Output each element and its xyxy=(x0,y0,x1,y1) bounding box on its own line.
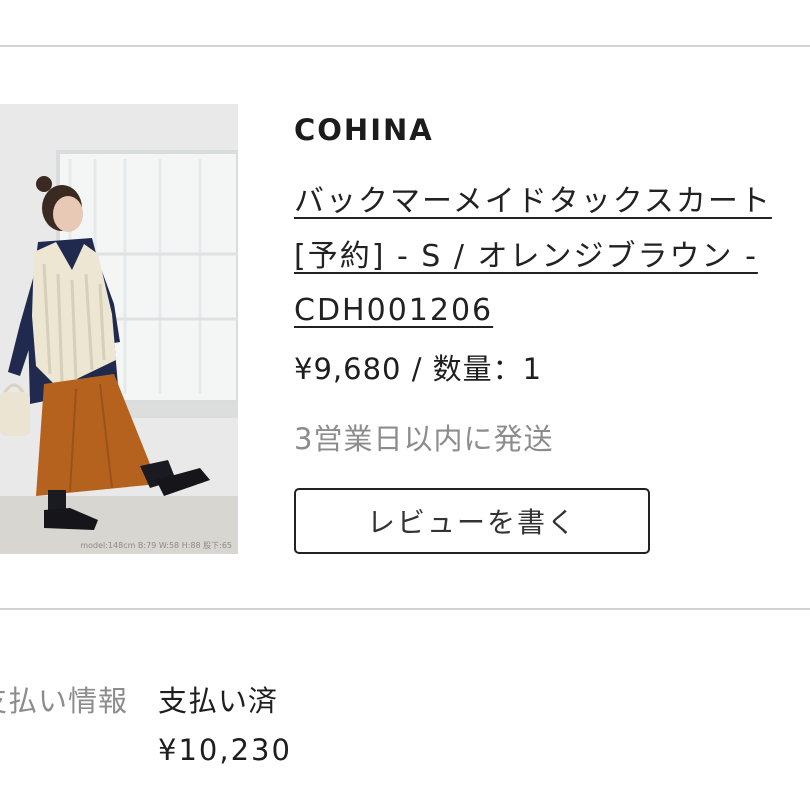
payment-info-label: 支払い情報 xyxy=(0,678,128,720)
payment-info-label-text: 支払い情報 xyxy=(0,684,128,718)
photo-caption: model:148cm B:79 W:58 H:88 股下:65 xyxy=(80,541,232,550)
order-detail-page: model:148cm B:79 W:58 H:88 股下:65 COHINA … xyxy=(0,0,810,810)
product-title-link[interactable]: バックマーメイドタックスカート xyxy=(294,182,772,222)
write-review-button[interactable]: レビューを書く xyxy=(294,488,650,554)
product-code-link[interactable]: CDH001206 xyxy=(294,291,493,331)
brand-name: COHINA xyxy=(294,113,434,147)
product-photo-illustration xyxy=(0,104,238,554)
top-divider xyxy=(0,45,810,47)
payment-status: 支払い済 xyxy=(158,684,279,718)
section-divider xyxy=(0,608,810,610)
product-variant-link[interactable]: [予約] - S / オレンジブラウン - xyxy=(294,237,758,277)
payment-total: ¥10,230 xyxy=(158,733,292,767)
shipping-note: 3営業日以内に発送 xyxy=(294,422,554,456)
price-quantity: ¥9,680 / 数量：1 xyxy=(294,352,543,386)
product-image[interactable]: model:148cm B:79 W:58 H:88 股下:65 xyxy=(0,104,238,554)
